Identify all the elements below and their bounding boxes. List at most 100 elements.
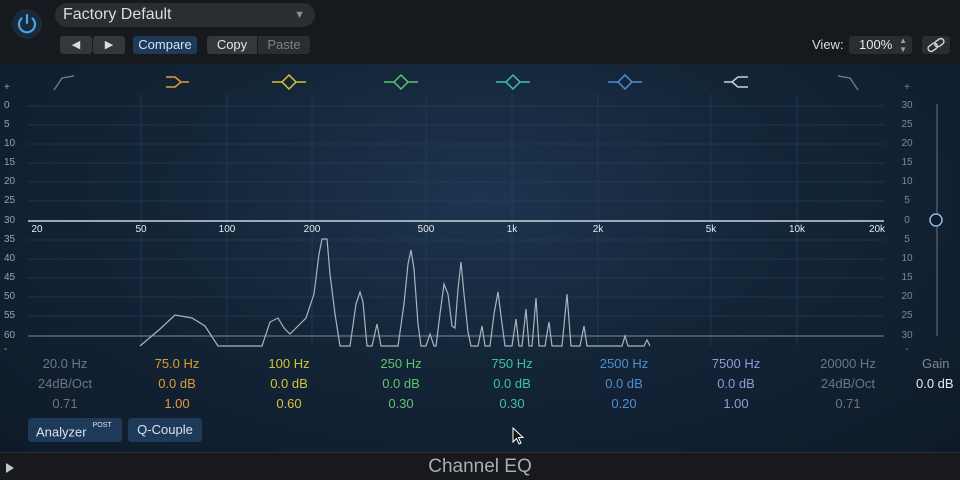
high-shelf-icon[interactable]: [724, 76, 748, 88]
db-label-left: 40: [4, 253, 16, 264]
band-gain[interactable]: 0.0 dB: [686, 376, 786, 391]
next-preset-button[interactable]: ▶: [93, 36, 125, 54]
freq-tick-label: 20k: [868, 224, 886, 235]
eq-graph[interactable]: [0, 64, 960, 354]
low-cut-icon[interactable]: [53, 75, 75, 91]
db-label-right: 25: [901, 119, 913, 130]
band-q[interactable]: 1.00: [686, 396, 786, 411]
band-q[interactable]: 0.20: [574, 396, 674, 411]
band-frequency[interactable]: 100 Hz: [239, 356, 339, 371]
band-gain[interactable]: 24dB/Oct: [798, 376, 898, 391]
q-couple-button[interactable]: Q-Couple: [128, 418, 202, 442]
bell-icon-band-3[interactable]: [272, 73, 306, 91]
db-label-right: 5: [904, 195, 910, 206]
db-label-right: 20: [901, 291, 913, 302]
compare-button[interactable]: Compare: [133, 36, 197, 54]
db-label-right: 15: [901, 157, 913, 168]
freq-tick-label: 20: [31, 224, 43, 235]
low-shelf-icon[interactable]: [166, 76, 189, 88]
band-frequency[interactable]: 20.0 Hz: [15, 356, 115, 371]
link-icon: [927, 37, 945, 53]
db-label-left: -: [4, 344, 8, 355]
db-label-left: 30: [4, 215, 16, 226]
preset-selector[interactable]: Factory Default ▼: [55, 3, 315, 27]
db-label-right: +: [904, 82, 910, 93]
band-frequency[interactable]: 750 Hz: [462, 356, 562, 371]
plugin-title: Channel EQ: [428, 456, 532, 477]
band-6-params[interactable]: 2500 Hz 0.0 dB 0.20: [574, 356, 674, 411]
gain-value[interactable]: 0.0 dB: [916, 376, 954, 391]
band-gain[interactable]: 0.0 dB: [239, 376, 339, 391]
db-label-left: +: [4, 82, 10, 93]
band-gain[interactable]: 0.0 dB: [351, 376, 451, 391]
db-label-right: 10: [901, 253, 913, 264]
view-label: View:: [812, 37, 844, 52]
band-q[interactable]: 0.71: [15, 396, 115, 411]
band-frequency[interactable]: 2500 Hz: [574, 356, 674, 371]
freq-tick-label: 100: [218, 224, 236, 235]
db-label-left: 15: [4, 157, 16, 168]
band-frequency[interactable]: 75.0 Hz: [127, 356, 227, 371]
analyzer-spectrum: [139, 238, 651, 347]
band-8-params[interactable]: 20000 Hz 24dB/Oct 0.71: [798, 356, 898, 411]
bell-icon-band-6[interactable]: [608, 73, 642, 91]
gain-label: Gain: [922, 356, 950, 371]
db-label-left: 45: [4, 272, 16, 283]
band-q[interactable]: 0.60: [239, 396, 339, 411]
view-zoom-select[interactable]: 100% ▲ ▼: [849, 36, 912, 54]
band-q[interactable]: 1.00: [127, 396, 227, 411]
band-gain[interactable]: 24dB/Oct: [15, 376, 115, 391]
db-label-left: 35: [4, 234, 16, 245]
band-2-params[interactable]: 75.0 Hz 0.0 dB 1.00: [127, 356, 227, 411]
preset-name: Factory Default: [63, 6, 172, 23]
footer-bar: Channel EQ: [0, 452, 960, 480]
gain-slider-handle[interactable]: [929, 213, 943, 227]
power-icon[interactable]: [11, 8, 43, 40]
eq-display[interactable]: + 0 5 10 15 20 25 30 35 40 45 50 55 60 -…: [0, 64, 960, 452]
db-label-right: 15: [901, 272, 913, 283]
analyzer-label: Analyzer: [36, 424, 87, 440]
band-q[interactable]: 0.30: [462, 396, 562, 411]
mouse-cursor-icon: [512, 427, 525, 445]
band-gain[interactable]: 0.0 dB: [127, 376, 227, 391]
band-frequency[interactable]: 20000 Hz: [798, 356, 898, 371]
band-3-params[interactable]: 100 Hz 0.0 dB 0.60: [239, 356, 339, 411]
bell-icon-band-5[interactable]: [496, 73, 530, 91]
db-label-left: 25: [4, 195, 16, 206]
freq-tick-label: 50: [135, 224, 147, 235]
analyzer-button[interactable]: Analyzer POST: [28, 418, 122, 442]
db-label-right: 0: [904, 215, 910, 226]
copy-button[interactable]: Copy: [207, 36, 257, 54]
chevron-down-icon: ▼: [294, 9, 305, 21]
freq-tick-label: 2k: [592, 224, 604, 235]
db-label-right: 20: [901, 138, 913, 149]
bell-icon-band-4[interactable]: [384, 73, 418, 91]
band-1-params[interactable]: 20.0 Hz 24dB/Oct 0.71: [15, 356, 115, 411]
freq-tick-label: 500: [417, 224, 435, 235]
band-gain[interactable]: 0.0 dB: [574, 376, 674, 391]
band-7-params[interactable]: 7500 Hz 0.0 dB 1.00: [686, 356, 786, 411]
band-4-params[interactable]: 250 Hz 0.0 dB 0.30: [351, 356, 451, 411]
freq-tick-label: 10k: [788, 224, 806, 235]
high-cut-icon[interactable]: [837, 75, 859, 91]
db-label-left: 10: [4, 138, 16, 149]
band-gain[interactable]: 0.0 dB: [462, 376, 562, 391]
stepper-arrows-icon: ▲ ▼: [899, 36, 907, 54]
db-label-right: 30: [901, 330, 913, 341]
band-frequency[interactable]: 250 Hz: [351, 356, 451, 371]
db-label-left: 60: [4, 330, 16, 341]
band-q[interactable]: 0.71: [798, 396, 898, 411]
band-5-params[interactable]: 750 Hz 0.0 dB 0.30: [462, 356, 562, 411]
freq-tick-label: 5k: [705, 224, 717, 235]
paste-button[interactable]: Paste: [258, 36, 310, 54]
analyzer-post-badge: POST: [92, 422, 112, 429]
previous-preset-button[interactable]: ◀: [60, 36, 92, 54]
db-label-left: 55: [4, 310, 16, 321]
freq-tick-label: 1k: [506, 224, 518, 235]
band-frequency[interactable]: 7500 Hz: [686, 356, 786, 371]
db-label-right: 25: [901, 310, 913, 321]
db-label-left: 0: [4, 100, 10, 111]
band-q[interactable]: 0.30: [351, 396, 451, 411]
link-button[interactable]: [922, 36, 950, 54]
db-label-right: 10: [901, 176, 913, 187]
